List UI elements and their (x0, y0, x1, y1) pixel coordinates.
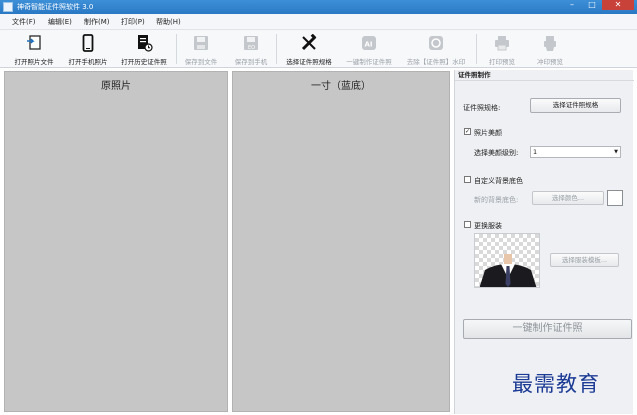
toolbar-separator (276, 34, 277, 64)
original-photo-title: 原照片 (101, 81, 131, 92)
custom-bg-label: 自定义背景底色 (474, 177, 523, 185)
menu-bar: 文件(F) 编辑(E) 制作(M) 打印(P) 帮助(H) (0, 14, 637, 30)
toolbar-open-history-button[interactable]: 打开历史证件照 (116, 30, 172, 68)
toolbar-open-phone-button[interactable]: 打开手机照片 (62, 30, 114, 68)
result-photo-title: 一寸（蓝底） (311, 81, 371, 92)
menu-print[interactable]: 打印(P) (121, 17, 145, 27)
original-photo-panel[interactable]: 原照片 (4, 71, 228, 412)
save-phone-icon: EO (244, 36, 258, 51)
minimize-button[interactable]: – (562, 0, 582, 10)
new-bg-label: 新的背景底色: (474, 196, 519, 204)
svg-text:AI: AI (365, 41, 373, 49)
choose-spec-button[interactable]: 选择证件照规格 (530, 98, 621, 113)
change-clothes-checkbox[interactable] (464, 221, 471, 228)
toolbar-print-preview-button[interactable]: 打印预览 (482, 30, 522, 68)
result-photo-panel[interactable]: 一寸（蓝底） (232, 71, 450, 412)
menu-edit[interactable]: 编辑(E) (48, 17, 72, 27)
save-icon (194, 36, 208, 50)
suit-template-image (479, 254, 537, 287)
chevron-down-icon: ▼ (614, 149, 618, 155)
clothes-preview[interactable] (474, 233, 540, 288)
toolbar-remove-watermark-button[interactable]: 去除【证件照】水印 (400, 30, 472, 68)
watermark-text: 最需教育 (512, 372, 600, 396)
phone-icon (82, 34, 94, 52)
bg-color-swatch[interactable] (607, 190, 623, 206)
toolbar: 打开照片文件 打开手机照片 打开历史证件照 保存到文件 EO 保存到手机 选择证… (0, 30, 637, 68)
open-file-icon (27, 35, 41, 50)
maximize-button[interactable]: □ (582, 0, 602, 10)
toolbar-print-service-button[interactable]: 冲印预览 (530, 30, 570, 68)
toolbar-save-phone-button[interactable]: EO 保存到手机 (230, 30, 272, 68)
choose-clothes-button[interactable]: 选择服装模板... (550, 253, 619, 267)
menu-file[interactable]: 文件(F) (12, 17, 36, 27)
choose-color-button[interactable]: 选择颜色... (532, 191, 604, 205)
beauty-level-label: 选择美颜级别: (474, 149, 519, 157)
remove-watermark-icon (429, 36, 443, 50)
beauty-label: 照片美颜 (474, 129, 502, 137)
toolbar-save-file-button[interactable]: 保存到文件 (180, 30, 222, 68)
change-clothes-label: 更换服装 (474, 222, 502, 230)
svg-text:EO: EO (248, 45, 255, 51)
menu-help[interactable]: 帮助(H) (156, 17, 181, 27)
toolbar-separator (176, 34, 177, 64)
spec-label: 证件照规格: (463, 104, 501, 112)
settings-header: 证件照制作 (455, 70, 634, 81)
history-icon (138, 35, 153, 52)
toolbar-separator (476, 34, 477, 64)
ai-icon: AI (362, 36, 376, 50)
menu-make[interactable]: 制作(M) (84, 17, 110, 27)
toolbar-one-click-button[interactable]: AI 一键制作证件照 (340, 30, 398, 68)
print-service-icon (544, 36, 556, 51)
printer-icon (495, 36, 509, 51)
beauty-level-select[interactable]: 1 ▼ (530, 146, 621, 158)
custom-bg-checkbox[interactable] (464, 176, 471, 183)
ruler-icon (301, 34, 317, 51)
one-click-make-button[interactable]: 一键制作证件照 (463, 319, 632, 339)
id-photo-settings-panel: 证件照制作 证件照规格: 选择证件照规格 ✓ 照片美颜 选择美颜级别: 1 ▼ … (454, 70, 634, 414)
close-button[interactable]: ✕ (602, 0, 634, 10)
window-title: 神奇智能证件照软件 3.0 (17, 3, 94, 11)
toolbar-open-file-button[interactable]: 打开照片文件 (8, 30, 60, 68)
toolbar-choose-spec-button[interactable]: 选择证件照规格 (280, 30, 338, 68)
app-icon (3, 2, 13, 12)
beauty-checkbox[interactable]: ✓ (464, 128, 471, 135)
title-bar: 神奇智能证件照软件 3.0 – □ ✕ (0, 0, 637, 14)
